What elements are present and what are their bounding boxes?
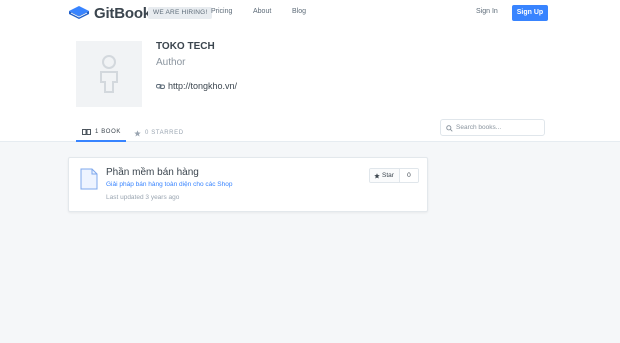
hiring-badge[interactable]: WE ARE HIRING! — [148, 7, 213, 19]
website-link[interactable]: http://tongkho.vn/ — [168, 81, 237, 91]
search-input[interactable] — [456, 124, 544, 131]
nav-link-pricing[interactable]: Pricing — [211, 8, 232, 15]
book-icon — [82, 129, 91, 135]
sign-in-link[interactable]: Sign In — [476, 8, 498, 15]
tab-starred[interactable]: 0 STARRED — [134, 124, 184, 142]
author-profile: TOKO TECH Author http://tongkho.vn/ 1 BO… — [0, 26, 620, 142]
tab-books[interactable]: 1 BOOK — [76, 124, 126, 142]
tab-starred-label: 0 STARRED — [145, 130, 184, 136]
logo-text: GitBook — [94, 4, 151, 22]
nav-link-about[interactable]: About — [253, 8, 271, 15]
book-last-updated: Last updated 3 years ago — [106, 194, 180, 201]
star-button-group: Star 0 — [369, 168, 419, 183]
author-role: Author — [156, 57, 186, 68]
search-icon — [446, 119, 453, 137]
star-button-label: Star — [382, 172, 394, 179]
book-description: Giải pháp bán hàng toàn diện cho các Sho… — [106, 181, 233, 188]
author-name: TOKO TECH — [156, 41, 215, 52]
book-title[interactable]: Phần mềm bán hàng — [106, 167, 199, 178]
link-icon — [156, 83, 165, 90]
gitbook-logo[interactable]: GitBook — [68, 4, 151, 22]
user-placeholder-icon — [100, 55, 118, 93]
top-navbar: GitBook WE ARE HIRING! Pricing About Blo… — [0, 0, 620, 26]
star-count: 0 — [399, 169, 418, 182]
star-button[interactable]: Star — [370, 169, 400, 182]
avatar — [76, 41, 142, 107]
sign-up-button[interactable]: Sign Up — [512, 5, 548, 21]
search-box[interactable] — [440, 119, 545, 136]
tab-books-label: 1 BOOK — [95, 129, 121, 135]
document-icon — [80, 168, 98, 195]
star-icon — [134, 129, 141, 137]
book-card[interactable]: Phần mềm bán hàng Giải pháp bán hàng toà… — [68, 157, 428, 212]
author-website[interactable]: http://tongkho.vn/ — [156, 81, 237, 91]
star-icon — [374, 172, 380, 179]
gitbook-logo-icon — [68, 5, 90, 21]
nav-link-blog[interactable]: Blog — [292, 8, 306, 15]
